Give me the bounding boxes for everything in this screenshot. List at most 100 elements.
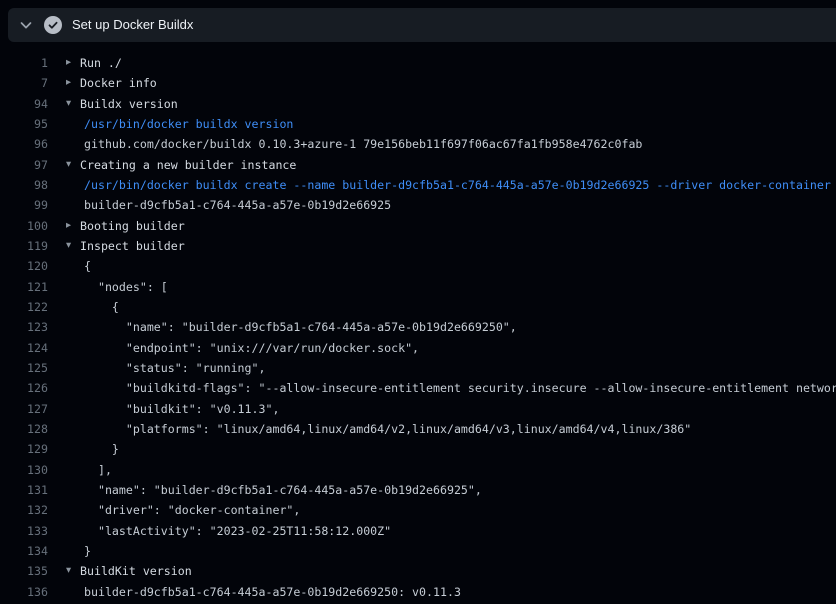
log-line-text: Booting builder bbox=[80, 219, 185, 233]
log-line: 97 ▼Creating a new builder instance bbox=[0, 155, 836, 175]
log-line-text: "lastActivity": "2023-02-25T11:58:12.000… bbox=[84, 524, 391, 538]
log-text: "endpoint": "unix:///var/run/docker.sock… bbox=[66, 341, 419, 355]
line-number[interactable]: 132 bbox=[0, 503, 48, 517]
log-group-header[interactable]: ▼Inspect builder bbox=[66, 239, 185, 253]
log-area: 1▶Run ./7▶Docker info94▼Buildx version95… bbox=[0, 42, 836, 604]
log-line: 133 "lastActivity": "2023-02-25T11:58:12… bbox=[0, 521, 836, 541]
log-line: 95/usr/bin/docker buildx version bbox=[0, 114, 836, 134]
line-number[interactable]: 7 bbox=[0, 76, 48, 90]
log-text: "name": "builder-d9cfb5a1-c764-445a-a57e… bbox=[66, 483, 482, 497]
log-line-text: Run ./ bbox=[80, 56, 122, 70]
chevron-down-icon[interactable] bbox=[18, 17, 34, 33]
line-number[interactable]: 99 bbox=[0, 198, 48, 212]
log-text: "platforms": "linux/amd64,linux/amd64/v2… bbox=[66, 422, 691, 436]
log-line: 134} bbox=[0, 541, 836, 561]
log-text: "buildkit": "v0.11.3", bbox=[66, 402, 279, 416]
log-line-text: builder-d9cfb5a1-c764-445a-a57e-0b19d2e6… bbox=[84, 198, 391, 212]
log-line: 132 "driver": "docker-container", bbox=[0, 500, 836, 520]
line-number[interactable]: 1 bbox=[0, 56, 48, 70]
log-line: 122 { bbox=[0, 297, 836, 317]
triangle-expanded-icon[interactable]: ▼ bbox=[66, 566, 80, 576]
line-number[interactable]: 128 bbox=[0, 422, 48, 436]
line-number[interactable]: 95 bbox=[0, 117, 48, 131]
triangle-collapsed-icon[interactable]: ▶ bbox=[66, 58, 80, 68]
log-line-text: "status": "running", bbox=[84, 361, 265, 375]
step-title: Set up Docker Buildx bbox=[72, 8, 193, 42]
log-line-text: { bbox=[84, 259, 91, 273]
line-number[interactable]: 129 bbox=[0, 442, 48, 456]
log-text: ], bbox=[66, 463, 112, 477]
log-line-text: "name": "builder-d9cfb5a1-c764-445a-a57e… bbox=[84, 320, 517, 334]
log-line: 121 "nodes": [ bbox=[0, 277, 836, 297]
log-line: 136 builder-d9cfb5a1-c764-445a-a57e-0b19d… bbox=[0, 582, 836, 602]
line-number[interactable]: 96 bbox=[0, 137, 48, 151]
log-group-header[interactable]: ▼Creating a new builder instance bbox=[66, 158, 296, 172]
log-line-text: Inspect builder bbox=[80, 239, 185, 253]
log-line: 94 ▼Buildx version bbox=[0, 94, 836, 114]
line-number[interactable]: 123 bbox=[0, 320, 48, 334]
log-line-text: "platforms": "linux/amd64,linux/amd64/v2… bbox=[84, 422, 691, 436]
triangle-collapsed-icon[interactable]: ▶ bbox=[66, 78, 80, 88]
log-line-text: /usr/bin/docker buildx version bbox=[84, 117, 293, 131]
log-line-text: "buildkitd-flags": "--allow-insecure-ent… bbox=[84, 381, 836, 395]
log-line-text: "buildkit": "v0.11.3", bbox=[84, 402, 279, 416]
log-line: 129 } bbox=[0, 439, 836, 459]
log-line-text: Docker info bbox=[80, 76, 157, 90]
line-number[interactable]: 135 bbox=[0, 564, 48, 578]
log-text: builder-d9cfb5a1-c764-445a-a57e-0b19d2e6… bbox=[66, 585, 461, 599]
log-line: 123 "name": "builder-d9cfb5a1-c764-445a-… bbox=[0, 317, 836, 337]
triangle-collapsed-icon[interactable]: ▶ bbox=[66, 220, 80, 230]
log-group-header[interactable]: ▶Run ./ bbox=[66, 56, 122, 70]
log-text: "buildkitd-flags": "--allow-insecure-ent… bbox=[66, 381, 836, 395]
line-number[interactable]: 97 bbox=[0, 158, 48, 172]
line-number[interactable]: 94 bbox=[0, 97, 48, 111]
log-line: 1 ▶Run ./ bbox=[0, 53, 836, 73]
log-lines: 1▶Run ./7▶Docker info94▼Buildx version95… bbox=[0, 53, 836, 602]
log-text: } bbox=[66, 442, 119, 456]
line-number[interactable]: 124 bbox=[0, 341, 48, 355]
triangle-expanded-icon[interactable]: ▼ bbox=[66, 98, 80, 108]
log-text: github.com/docker/buildx 0.10.3+azure-1 … bbox=[66, 137, 642, 151]
line-number[interactable]: 133 bbox=[0, 524, 48, 538]
log-line-text: /usr/bin/docker buildx create --name bui… bbox=[84, 178, 831, 192]
log-line: 126 "buildkitd-flags": "--allow-insecure… bbox=[0, 378, 836, 398]
log-line: 119 ▼Inspect builder bbox=[0, 236, 836, 256]
triangle-expanded-icon[interactable]: ▼ bbox=[66, 159, 80, 169]
step-header[interactable]: Set up Docker Buildx bbox=[8, 8, 836, 42]
log-text: { bbox=[66, 300, 119, 314]
line-number[interactable]: 119 bbox=[0, 239, 48, 253]
log-line: 135 ▼BuildKit version bbox=[0, 561, 836, 581]
line-number[interactable]: 136 bbox=[0, 585, 48, 599]
log-line-text: } bbox=[84, 544, 91, 558]
log-group-header[interactable]: ▶Docker info bbox=[66, 76, 157, 90]
line-number[interactable]: 125 bbox=[0, 361, 48, 375]
log-text: "status": "running", bbox=[66, 361, 265, 375]
triangle-expanded-icon[interactable]: ▼ bbox=[66, 241, 80, 251]
line-number[interactable]: 131 bbox=[0, 483, 48, 497]
log-line: 98/usr/bin/docker buildx create --name b… bbox=[0, 175, 836, 195]
line-number[interactable]: 127 bbox=[0, 402, 48, 416]
log-group-header[interactable]: ▼BuildKit version bbox=[66, 564, 192, 578]
line-number[interactable]: 121 bbox=[0, 280, 48, 294]
log-line: 99 builder-d9cfb5a1-c764-445a-a57e-0b19d2… bbox=[0, 195, 836, 215]
log-line: 131 "name": "builder-d9cfb5a1-c764-445a-… bbox=[0, 480, 836, 500]
line-number[interactable]: 120 bbox=[0, 259, 48, 273]
log-line: 125 "status": "running", bbox=[0, 358, 836, 378]
line-number[interactable]: 100 bbox=[0, 219, 48, 233]
line-number[interactable]: 98 bbox=[0, 178, 48, 192]
log-line-text: { bbox=[84, 300, 119, 314]
line-number[interactable]: 134 bbox=[0, 544, 48, 558]
log-group-header[interactable]: ▶Booting builder bbox=[66, 219, 185, 233]
log-text: "lastActivity": "2023-02-25T11:58:12.000… bbox=[66, 524, 391, 538]
log-group-header[interactable]: ▼Buildx version bbox=[66, 97, 178, 111]
line-number[interactable]: 122 bbox=[0, 300, 48, 314]
log-line-text: Buildx version bbox=[80, 97, 178, 111]
log-text: "nodes": [ bbox=[66, 280, 168, 294]
log-line-text: } bbox=[84, 442, 119, 456]
log-text: builder-d9cfb5a1-c764-445a-a57e-0b19d2e6… bbox=[66, 198, 391, 212]
line-number[interactable]: 126 bbox=[0, 381, 48, 395]
line-number[interactable]: 130 bbox=[0, 463, 48, 477]
log-text: /usr/bin/docker buildx create --name bui… bbox=[66, 178, 831, 192]
log-line-text: github.com/docker/buildx 0.10.3+azure-1 … bbox=[84, 137, 642, 151]
log-text: "driver": "docker-container", bbox=[66, 503, 300, 517]
